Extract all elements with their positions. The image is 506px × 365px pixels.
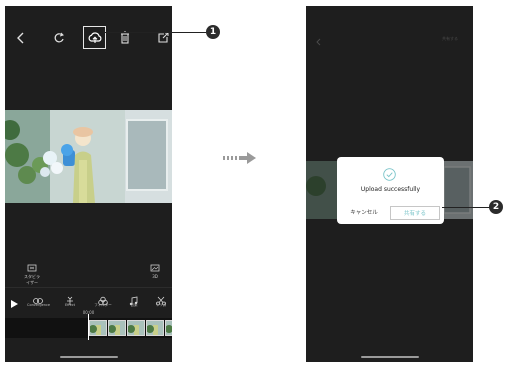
3d-label: 3D — [152, 274, 158, 279]
left-phone-screen: スタビライザー 3D Convergence Effect フィルター 音楽 ト… — [5, 6, 172, 362]
tool-label: Convergence — [27, 303, 51, 307]
timeline-thumbnail — [127, 320, 145, 336]
share-button[interactable]: 共有する — [390, 206, 440, 220]
stabilizer-label: スタビライザー — [24, 274, 40, 285]
tool-label: フィルター — [94, 303, 112, 307]
back-icon[interactable] — [11, 28, 31, 48]
music-icon — [128, 291, 140, 306]
stabilizer-tool[interactable]: スタビライザー — [23, 264, 41, 286]
callout-line-2 — [442, 207, 490, 208]
upload-highlight-frame — [83, 26, 106, 49]
export-icon[interactable] — [153, 28, 172, 48]
tool-filter[interactable]: フィルター — [92, 291, 114, 308]
callout-badge-2: 2 — [489, 200, 503, 214]
header-share-label: 共有する — [442, 36, 458, 41]
check-circle-icon — [383, 166, 396, 181]
upload-success-dialog: Upload successfully キャンセル 共有する — [337, 157, 444, 224]
cancel-button[interactable]: キャンセル — [341, 206, 387, 220]
tool-convergence[interactable]: Convergence — [27, 291, 51, 307]
rotate-icon[interactable] — [49, 28, 69, 48]
home-indicator — [360, 356, 419, 358]
callout-badge-1: 1 — [206, 25, 220, 39]
tool-label: トリム — [155, 303, 167, 307]
callout-line-1 — [104, 32, 206, 33]
filter-icon — [97, 291, 109, 306]
timeline-thumbnail — [108, 320, 126, 336]
home-indicator — [59, 356, 118, 358]
back-icon[interactable] — [314, 32, 324, 46]
timeline-thumbnail — [146, 320, 164, 336]
scissors-icon — [155, 291, 167, 306]
right-phone-screen: 共有する Upload successfully キャンセル 共有する — [306, 6, 473, 362]
tool-music[interactable]: 音楽 — [123, 291, 145, 308]
convergence-icon — [32, 291, 44, 304]
tool-effect[interactable]: Effect — [59, 291, 81, 307]
effect-icon — [64, 291, 76, 305]
tool-label: Effect — [64, 303, 76, 307]
tool-trim[interactable]: トリム — [150, 291, 172, 308]
arrow-right-icon — [223, 150, 257, 164]
edit-toolbar: Convergence Effect フィルター 音楽 トリム — [5, 287, 172, 310]
play-icon[interactable] — [9, 294, 19, 308]
stabilizer-icon — [27, 264, 37, 272]
trash-icon[interactable] — [115, 28, 135, 48]
dialog-message: Upload successfully — [360, 186, 421, 193]
3d-tool[interactable]: 3D — [147, 264, 163, 279]
timeline-thumbnail — [89, 320, 107, 336]
playhead[interactable] — [88, 314, 89, 340]
video-preview — [5, 110, 172, 203]
timeline-thumbnail — [165, 320, 172, 336]
tool-label: 音楽 — [130, 303, 138, 307]
image-icon — [150, 264, 160, 272]
